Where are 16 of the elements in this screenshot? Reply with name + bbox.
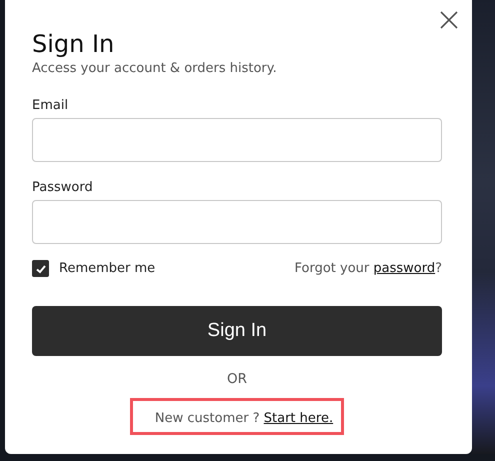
input-field[interactable]: [32, 200, 442, 244]
dialog-subtitle: Access your account & orders history.: [32, 61, 278, 76]
close-icon[interactable]: [440, 11, 458, 29]
field-label: Email: [32, 98, 70, 113]
separator-text: OR: [226, 371, 248, 387]
dialog-title: Sign In: [32, 29, 116, 59]
password-link[interactable]: password: [373, 261, 436, 276]
check-icon: [34, 262, 46, 274]
sign-in-button[interactable]: Sign In: [32, 306, 442, 356]
forgot-password-text: Forgot your password?: [294, 261, 442, 276]
new-customer-text: New customer ? Start here.: [154, 411, 334, 426]
checkbox-label: Remember me: [59, 261, 156, 276]
start-here-link[interactable]: Start here.: [264, 411, 334, 426]
field-label: Password: [32, 180, 94, 195]
input-field[interactable]: [32, 118, 442, 162]
checkbox[interactable]: [32, 260, 49, 277]
